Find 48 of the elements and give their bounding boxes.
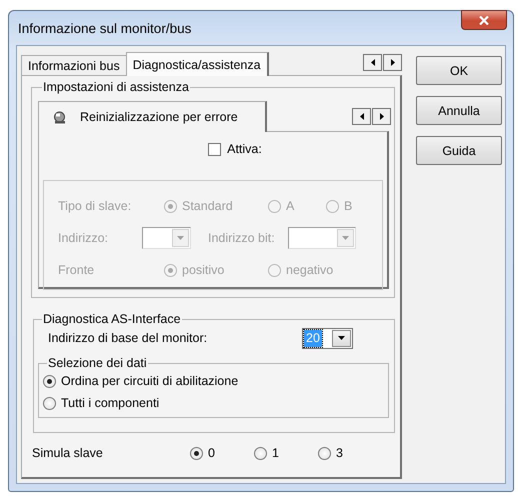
dialog-button[interactable]: Guida (416, 136, 502, 165)
dialog-button[interactable]: Annulla (416, 96, 502, 125)
tab[interactable]: Reinizializzazione per errore (38, 101, 267, 132)
caret-icon (338, 336, 345, 340)
selected-value: 20 (304, 330, 322, 346)
right-arrow-icon (390, 59, 394, 66)
field-label: Indirizzo di base del monitor: (48, 331, 208, 345)
option-label: Standard (182, 199, 233, 213)
field-label: Simula slave (32, 446, 104, 460)
field-label: Tipo di slave: (58, 199, 132, 213)
tab[interactable]: Diagnostica/assistenza (126, 52, 269, 76)
disk-icon (53, 110, 66, 124)
group-title: Diagnostica AS-Interface (42, 312, 182, 326)
option-label: A (286, 199, 294, 213)
window-title: Informazione sul monitor/bus (18, 21, 192, 36)
right-arrow-icon (380, 113, 384, 120)
scroll-right-button[interactable] (372, 108, 391, 125)
group-title: Selezione dei dati (47, 356, 148, 370)
option-label: positivo (182, 263, 224, 277)
option-label: Tutti i componenti (61, 396, 160, 410)
checkbox-label: Attiva: (227, 142, 262, 156)
radio-button[interactable] (254, 446, 267, 460)
scroll-right-button[interactable] (383, 54, 402, 71)
radio-button[interactable] (190, 446, 203, 460)
option-label: 1 (272, 446, 279, 460)
caret-icon (177, 236, 184, 240)
option-label: Ordina per circuiti di abilitazione (61, 374, 238, 388)
tab[interactable]: Informazioni bus (21, 55, 127, 75)
group-title: Impostazioni di assistenza (42, 80, 190, 94)
caret-icon (342, 236, 349, 240)
option-label: 3 (336, 446, 343, 460)
left-arrow-icon (370, 59, 374, 66)
scroll-left-button[interactable] (363, 54, 382, 71)
checkbox[interactable] (208, 142, 222, 156)
field-label: Fronte (58, 263, 96, 277)
radio-button[interactable] (318, 446, 331, 460)
left-arrow-icon (360, 113, 364, 120)
option-label: B (344, 199, 352, 213)
radio-button[interactable] (43, 396, 56, 410)
dialog-button[interactable]: OK (416, 56, 502, 85)
field-label: Indirizzo: (58, 231, 110, 245)
scroll-left-button[interactable] (352, 108, 371, 125)
radio-button[interactable] (43, 374, 56, 388)
option-label: 0 (208, 446, 215, 460)
close-button[interactable] (461, 10, 507, 30)
close-icon (479, 16, 489, 24)
option-label: negativo (286, 263, 334, 277)
field-label: Indirizzo bit: (208, 231, 276, 245)
